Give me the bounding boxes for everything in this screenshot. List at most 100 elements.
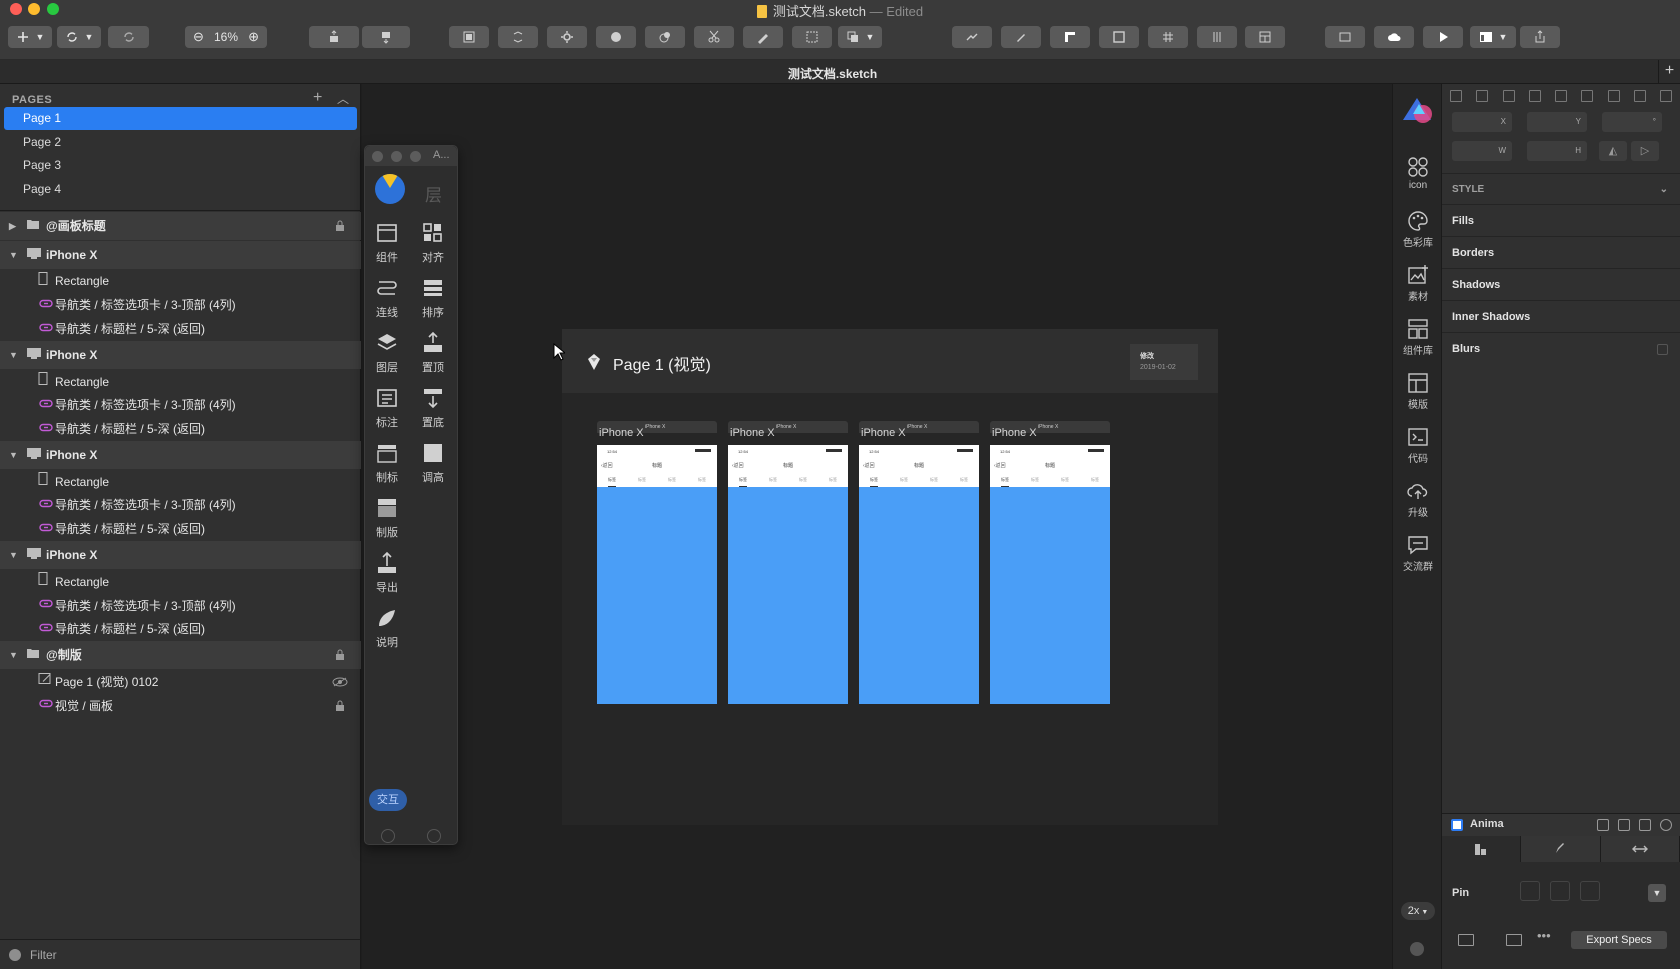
add-page-button[interactable]: + — [313, 89, 322, 107]
lock-icon[interactable] — [335, 649, 345, 661]
pin-vertical-icon[interactable] — [1550, 881, 1570, 901]
plugin-column-item[interactable]: 模版 — [1393, 372, 1443, 411]
backward-button[interactable] — [362, 26, 410, 48]
filter-bar[interactable]: Filter — [0, 939, 361, 969]
plugin-tool-button[interactable]: 制标 — [367, 441, 407, 485]
zoom-out-icon[interactable]: ⊖ — [193, 29, 204, 45]
cloud-button[interactable] — [1374, 26, 1414, 48]
plugin-tool-3-button[interactable] — [1050, 26, 1090, 48]
layer-group-row[interactable]: ▼ iPhone X — [0, 440, 361, 469]
style-section-fills[interactable]: Fills — [1442, 204, 1680, 236]
flip-horizontal-icon[interactable]: ◭ — [1599, 141, 1627, 161]
anima-help-icon[interactable] — [1660, 819, 1672, 831]
distribute-h-icon[interactable] — [1502, 90, 1515, 102]
blur-checkbox[interactable] — [1657, 344, 1668, 355]
plugin-close-button[interactable] — [372, 151, 383, 162]
plugin-column-item[interactable]: 色彩库 — [1393, 210, 1443, 249]
share-button[interactable] — [1520, 26, 1560, 48]
height-field[interactable]: H — [1527, 141, 1587, 161]
anima-sync-icon[interactable] — [1597, 819, 1609, 831]
collapse-pages-icon[interactable]: ︿ — [337, 90, 349, 107]
ungroup-button[interactable] — [498, 26, 538, 48]
lock-icon[interactable] — [335, 700, 345, 712]
width-field[interactable]: W — [1452, 141, 1512, 161]
insert-button[interactable]: ▼ — [8, 26, 52, 48]
artboard-label[interactable]: iPhone X — [992, 427, 1037, 439]
align-left-icon[interactable] — [1450, 90, 1462, 102]
style-section-inner-shadows[interactable]: Inner Shadows — [1442, 300, 1680, 332]
layer-group-row[interactable]: ▼ iPhone X — [0, 240, 361, 269]
plugin-panel-titlebar[interactable]: A... — [365, 146, 457, 166]
lock-icon[interactable] — [335, 220, 345, 232]
plugin-column-item[interactable]: 升级 — [1393, 480, 1443, 519]
layer-row[interactable]: 视觉 / 画板 — [0, 694, 361, 719]
plugin-tool-button[interactable]: 对齐 — [413, 221, 453, 265]
tab-layout[interactable] — [1442, 836, 1522, 862]
flip-vertical-icon[interactable]: ▷ — [1631, 141, 1659, 161]
layer-group-row[interactable]: ▼ iPhone X — [0, 340, 361, 369]
flatten-button[interactable] — [743, 26, 783, 48]
plugin-column-item[interactable]: 交流群 — [1393, 534, 1443, 573]
plugin-tool-2-button[interactable] — [1001, 26, 1041, 48]
plugin-tool-button[interactable]: 说明 — [367, 606, 407, 650]
page-item[interactable]: Page 4 — [4, 178, 357, 201]
plugin-zoom-button[interactable] — [410, 151, 421, 162]
interact-button[interactable]: 交互 — [369, 789, 407, 811]
pin-all-icon[interactable] — [1520, 881, 1540, 901]
layer-group-row[interactable]: ▼ iPhone X — [0, 541, 361, 569]
align-bottom-icon[interactable] — [1660, 90, 1672, 102]
specs-book-icon[interactable] — [1458, 934, 1474, 946]
zoom-in-icon[interactable]: ⊕ — [248, 29, 259, 45]
plugin-layer-tab[interactable]: 层 — [425, 181, 442, 206]
style-header[interactable]: STYLE ⌄ — [1442, 173, 1680, 205]
rotation-field[interactable]: ° — [1602, 112, 1662, 132]
plugin-brand-logo-icon[interactable] — [1399, 92, 1435, 128]
scale-selector[interactable]: 2x ▼ — [1401, 902, 1435, 920]
layer-row[interactable]: Rectangle — [0, 269, 361, 294]
plugin-tool-button[interactable]: 标注 — [367, 386, 407, 430]
preview-button[interactable] — [1423, 26, 1463, 48]
artboard-body[interactable]: 12:54 ‹返回 标题 标签 标签 标签 标签 — [990, 445, 1110, 704]
transform-button[interactable] — [596, 26, 636, 48]
hidden-eye-icon[interactable] — [332, 677, 348, 687]
layer-group-row[interactable]: ▶ @画板标题 — [0, 212, 361, 240]
plugin-tool-7-button[interactable] — [1245, 26, 1285, 48]
disclosure-expanded-icon[interactable]: ▼ — [9, 241, 18, 269]
layer-row[interactable]: 导航类 / 标签选项卡 / 3-顶部 (4列) — [0, 493, 361, 518]
plugin-tool-button[interactable]: 置顶 — [413, 331, 453, 375]
layer-row[interactable]: 导航类 / 标题栏 / 5-深 (返回) — [0, 517, 361, 542]
disclosure-collapsed-icon[interactable]: ▶ — [9, 212, 16, 240]
align-top-icon[interactable] — [1607, 90, 1620, 102]
y-field[interactable]: Y — [1527, 112, 1587, 132]
plugin-close-icon[interactable] — [427, 829, 441, 843]
plugin-tool-button[interactable]: 组件 — [367, 221, 407, 265]
layer-row[interactable]: 导航类 / 标签选项卡 / 3-顶部 (4列) — [0, 393, 361, 418]
artboard-body[interactable]: 12:54 ‹返回 标题 标签 标签 标签 标签 — [859, 445, 979, 704]
plugin-minimize-button[interactable] — [391, 151, 402, 162]
pin-dropdown-button[interactable]: ▼ — [1648, 884, 1666, 902]
layer-row[interactable]: Page 1 (视觉) 0102 — [0, 670, 361, 695]
forward-button[interactable] — [309, 26, 359, 48]
artboard-body[interactable]: 12:54 ‹返回 标题 标签 标签 标签 标签 — [597, 445, 717, 704]
trash-icon[interactable] — [1610, 881, 1630, 901]
view-button[interactable] — [1325, 26, 1365, 48]
zoom-control[interactable]: ⊖ 16% ⊕ — [185, 26, 267, 48]
plugin-tool-button[interactable]: 调高 — [413, 441, 453, 485]
layer-row[interactable]: 导航类 / 标题栏 / 5-深 (返回) — [0, 317, 361, 342]
page-item[interactable]: Page 1 — [4, 107, 357, 130]
rotate-button[interactable] — [645, 26, 685, 48]
plugin-tool-button[interactable]: 图层 — [367, 331, 407, 375]
anima-panel-icon[interactable] — [1618, 819, 1630, 831]
disclosure-expanded-icon[interactable]: ▼ — [9, 341, 18, 369]
style-section-borders[interactable]: Borders — [1442, 236, 1680, 268]
plugin-tool-1-button[interactable] — [952, 26, 992, 48]
sync-button[interactable] — [108, 26, 149, 48]
more-options-icon[interactable]: ••• — [1537, 928, 1551, 943]
layout-view-button[interactable]: ▼ — [1470, 26, 1516, 48]
style-section-blurs[interactable]: Blurs — [1442, 332, 1680, 364]
layer-row[interactable]: 导航类 / 标题栏 / 5-深 (返回) — [0, 617, 361, 642]
plugin-tool-button[interactable]: 制版 — [367, 496, 407, 540]
close-plugin-icon[interactable] — [1410, 942, 1424, 956]
plugin-tool-6-button[interactable] — [1197, 26, 1237, 48]
edit-button[interactable] — [547, 26, 587, 48]
